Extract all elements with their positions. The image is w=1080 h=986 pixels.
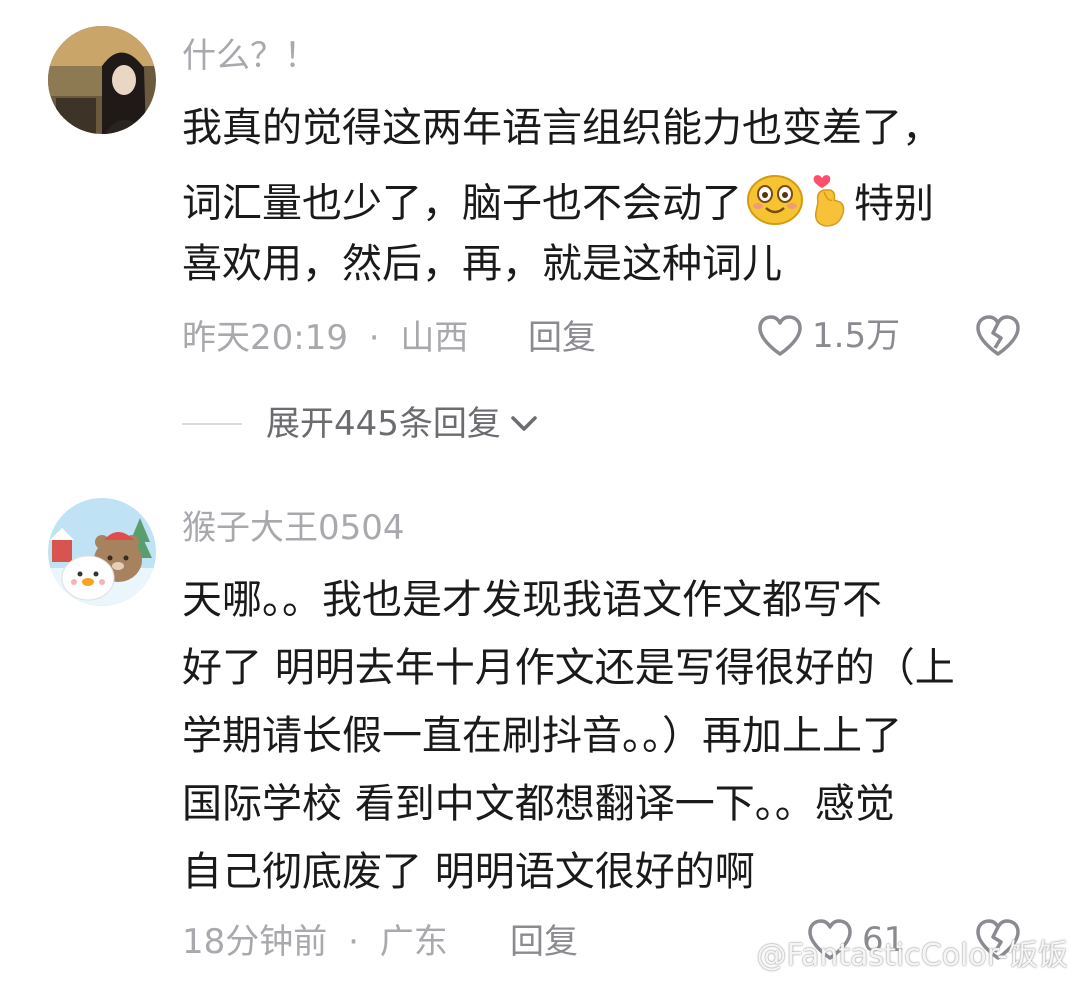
comment-text-line: 喜欢用，然后，再，就是这种词儿 (182, 241, 782, 287)
comment-text-line: 好了 明明去年十月作文还是写得很好的（上 (182, 645, 955, 691)
username[interactable]: 什么？！ (182, 36, 318, 76)
dislike-button[interactable] (974, 314, 1022, 362)
like-count: 1.5万 (812, 316, 901, 356)
divider-line (182, 423, 242, 425)
comment-text-segment: 词汇量也少了，脑子也不会动了 (182, 180, 742, 227)
comment-location: 广东 (379, 922, 448, 962)
username[interactable]: 猴子大王0504 (182, 508, 405, 548)
watermark-text: @FantasticColor-饭饭 (756, 938, 1069, 973)
reply-button[interactable]: 回复 (510, 922, 578, 962)
weibo-logo-icon (714, 940, 750, 968)
avatar-photo-icon (48, 26, 156, 134)
heart-icon (758, 315, 802, 356)
comment-text-segment: 特别 (854, 180, 934, 227)
comment-text-line: 国际学校 看到中文都想翻译一下。。感觉 (182, 781, 895, 827)
avatar[interactable] (48, 26, 156, 134)
comment-meta: 18分钟前 · 广东 (182, 922, 448, 962)
comment-meta: 昨天20:19 · 山西 (182, 318, 468, 358)
comment-text-line: 自己彻底废了 明明语文很好的啊 (182, 849, 755, 895)
meta-separator: · (368, 318, 380, 358)
comment-text-line: 词汇量也少了，脑子也不会动了 特别 (182, 172, 934, 239)
comment-text-line: 学期请长假一直在刷抖音。。）再加上上了 (182, 713, 902, 759)
smile-emoji-icon (746, 174, 804, 237)
meta-separator: · (348, 922, 359, 962)
like-button[interactable]: 1.5万 (756, 314, 900, 358)
expand-replies-button[interactable]: 展开445条回复 (182, 404, 541, 444)
chevron-down-icon (511, 416, 537, 431)
avatar[interactable] (48, 498, 156, 606)
avatar-bear-duck-icon (48, 498, 156, 606)
reply-button[interactable]: 回复 (528, 318, 596, 358)
comment-location: 山西 (400, 318, 469, 358)
finger-heart-icon (808, 172, 848, 239)
comment-time: 18分钟前 (182, 922, 328, 962)
watermark: @FantasticColor-饭饭 (713, 930, 1069, 974)
comment-text-line: 天哪。。我也是才发现我语文作文都写不 (182, 577, 882, 623)
comment-time: 昨天20:19 (182, 318, 348, 358)
broken-heart-icon (976, 315, 1020, 356)
expand-replies-label: 展开445条回复 (266, 404, 501, 444)
comment-text-line: 我真的觉得这两年语言组织能力也变差了， (182, 105, 942, 151)
